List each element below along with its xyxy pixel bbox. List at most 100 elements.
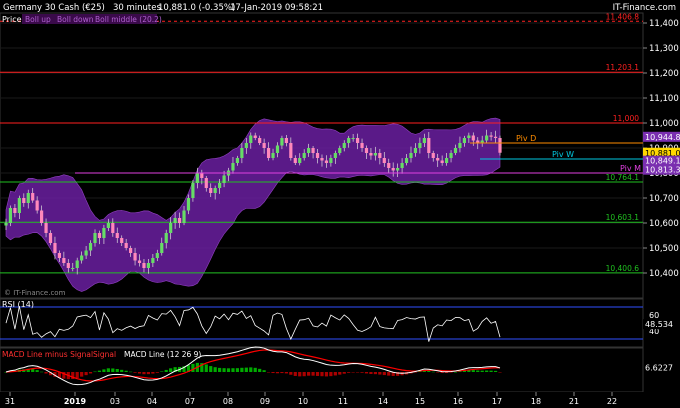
- candle-body: [453, 148, 458, 153]
- macd-hist-bar: [151, 372, 155, 374]
- candle-body: [467, 135, 471, 138]
- candle-body: [142, 263, 146, 268]
- macd-hist-bar: [164, 369, 168, 372]
- candle-body: [289, 143, 293, 158]
- candle-body: [485, 135, 489, 141]
- level-label: 11,203.1: [606, 63, 640, 72]
- price-label: Price: [2, 15, 22, 24]
- price-tag-label: 10,813.3: [645, 166, 680, 175]
- macd-hist-bar: [115, 369, 119, 372]
- y-tick-label: 11,300: [649, 44, 679, 54]
- candle-body: [413, 148, 418, 153]
- macd-hist-bar: [213, 367, 217, 372]
- candle-body: [449, 153, 453, 158]
- candle-body: [66, 263, 70, 268]
- macd-hist-bar: [35, 370, 39, 372]
- x-tick-label: 15: [415, 397, 425, 406]
- candle-body: [396, 168, 400, 171]
- candle-body: [62, 258, 66, 263]
- y-tick-label: 11,000: [649, 119, 679, 129]
- macd-hist-bar: [31, 369, 35, 372]
- level-label: 10,764.1: [606, 173, 640, 182]
- candle-body: [253, 135, 257, 138]
- candle-body: [169, 223, 173, 233]
- pivot-label: Piv D: [516, 134, 536, 143]
- macd-hist-bar: [436, 372, 440, 373]
- price-tag-label: 10,849.1: [645, 157, 680, 166]
- x-tick-label: 08: [223, 397, 233, 406]
- candle-body: [373, 153, 377, 156]
- macd-hist-bar: [427, 371, 431, 372]
- candle-body: [444, 158, 449, 163]
- candle-body: [26, 193, 30, 203]
- macd-hist-bar: [485, 370, 489, 372]
- pivot-label: Piv W: [552, 150, 574, 159]
- macd-hist-bar: [249, 367, 253, 372]
- x-tick-label: 31: [5, 397, 15, 406]
- macd-hist-bar: [378, 372, 382, 375]
- candle-body: [204, 178, 208, 188]
- candle-body: [75, 260, 79, 268]
- macd-hist-bar: [275, 372, 280, 374]
- macd-hist-bar: [253, 367, 257, 372]
- candle-body: [307, 148, 311, 153]
- x-tick-label: 17: [492, 397, 502, 406]
- macd-hist-bar: [102, 369, 106, 372]
- macd-label-b: Signal: [93, 350, 116, 359]
- macd-hist-bar: [120, 369, 124, 372]
- pivot-label: Piv M: [620, 164, 641, 173]
- macd-hist-bar: [44, 372, 48, 374]
- macd-hist-bar: [222, 368, 226, 372]
- candle-body: [111, 223, 115, 233]
- macd-hist-bar: [204, 364, 208, 372]
- candle-body: [93, 233, 97, 243]
- candle-body: [137, 260, 142, 263]
- legend-boll-down: Boll down: [57, 15, 94, 24]
- candle-body: [115, 233, 119, 238]
- macd-hist-bar: [93, 371, 97, 373]
- timeframe: 30 minutes: [113, 3, 161, 13]
- candle-body: [177, 218, 182, 223]
- candle-body: [258, 138, 262, 143]
- macd-hist-bar: [226, 368, 231, 372]
- y-tick-label: 11,400: [649, 19, 679, 29]
- macd-hist-bar: [160, 371, 164, 372]
- candle-body: [44, 223, 48, 233]
- macd-hist-bar: [387, 372, 391, 376]
- candle-body: [462, 138, 466, 143]
- macd-hist-bar: [129, 371, 133, 373]
- macd-hist-bar: [355, 372, 360, 373]
- level-label: 11,406.8: [606, 12, 640, 21]
- candle-body: [120, 238, 124, 243]
- candle-body: [222, 175, 226, 183]
- candle-body: [231, 163, 235, 171]
- candle-body: [422, 138, 426, 143]
- candle-body: [164, 233, 168, 243]
- candle-body: [22, 198, 26, 203]
- y-tick-label: 11,100: [649, 94, 679, 104]
- candle-body: [17, 198, 21, 213]
- legend-boll-middle: Boll middle (20.2): [95, 15, 162, 24]
- rsi-label: RSI (14): [2, 300, 34, 309]
- x-tick-label: 04: [147, 397, 157, 406]
- candle-body: [315, 153, 320, 158]
- macd-label-a: MACD Line minus Signal: [2, 350, 93, 359]
- macd-hist-bar: [284, 372, 288, 374]
- x-tick-label: 18: [531, 397, 541, 406]
- candle-body: [271, 153, 275, 158]
- macd-hist-bar: [351, 372, 355, 373]
- x-tick-label: 03: [110, 397, 120, 406]
- candle-body: [8, 208, 13, 223]
- macd-hist-bar: [142, 372, 146, 375]
- macd-hist-bar: [80, 372, 84, 377]
- macd-hist-bar: [342, 372, 346, 374]
- candle-body: [324, 160, 329, 163]
- macd-hist-bar: [440, 372, 444, 373]
- x-tick-label: 14: [378, 397, 388, 406]
- macd-hist-bar: [329, 372, 333, 377]
- candle-body: [471, 135, 475, 141]
- macd-hist-bar: [493, 370, 498, 372]
- macd-hist-bar: [218, 367, 222, 372]
- candle-body: [347, 138, 351, 143]
- candle-body: [88, 243, 93, 251]
